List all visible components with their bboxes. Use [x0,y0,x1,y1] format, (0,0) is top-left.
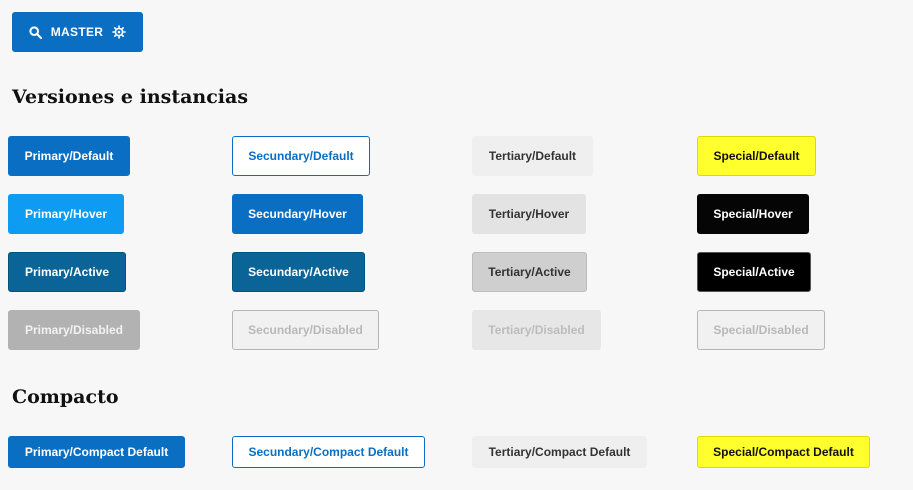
compact-section-title: Compacto [12,386,119,408]
primary-disabled-button[interactable]: Primary/Disabled [8,310,140,350]
search-icon [29,25,42,39]
special-disabled-button[interactable]: Special/Disabled [697,310,825,350]
tertiary-compact-default-button[interactable]: Tertiary/Compact Default [472,436,647,468]
master-label: MASTER [50,25,104,39]
primary-compact-default-button[interactable]: Primary/Compact Default [8,436,185,468]
tertiary-default-button[interactable]: Tertiary/Default [472,136,593,176]
special-active-button[interactable]: Special/Active [697,252,811,292]
secundary-disabled-button[interactable]: Secundary/Disabled [232,310,379,350]
master-button[interactable]: MASTER [12,12,143,52]
tertiary-disabled-button[interactable]: Tertiary/Disabled [472,310,601,350]
secundary-compact-default-button[interactable]: Secundary/Compact Default [232,436,425,468]
secundary-active-button[interactable]: Secundary/Active [232,252,365,292]
secundary-default-button[interactable]: Secundary/Default [232,136,370,176]
tertiary-active-button[interactable]: Tertiary/Active [472,252,587,292]
versions-section-title: Versiones e instancias [12,86,249,108]
settings-gear-icon [112,25,127,39]
tertiary-hover-button[interactable]: Tertiary/Hover [472,194,586,234]
secundary-hover-button[interactable]: Secundary/Hover [232,194,363,234]
special-compact-default-button[interactable]: Special/Compact Default [697,436,870,468]
primary-default-button[interactable]: Primary/Default [8,136,130,176]
primary-active-button[interactable]: Primary/Active [8,252,126,292]
special-default-button[interactable]: Special/Default [697,136,816,176]
special-hover-button[interactable]: Special/Hover [697,194,809,234]
primary-hover-button[interactable]: Primary/Hover [8,194,124,234]
